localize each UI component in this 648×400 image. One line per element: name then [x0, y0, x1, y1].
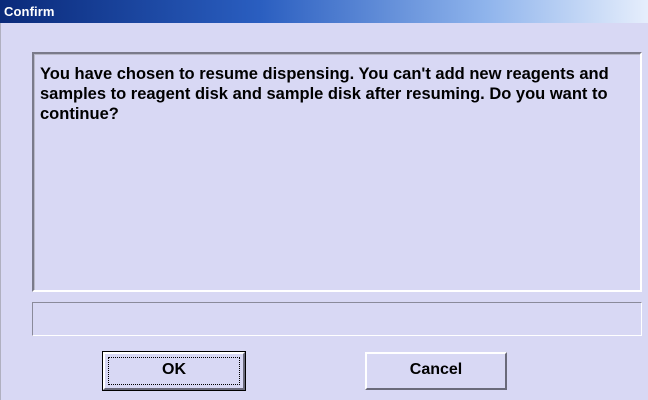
- message-panel: You have chosen to resume dispensing. Yo…: [32, 52, 642, 292]
- confirmation-message: You have chosen to resume dispensing. Yo…: [40, 65, 609, 123]
- title-bar[interactable]: Confirm: [0, 0, 648, 23]
- dialog-left-border: [0, 23, 1, 400]
- ok-focus-ring: [108, 357, 240, 385]
- status-field: [32, 302, 642, 336]
- dialog-title: Confirm: [4, 4, 55, 19]
- cancel-button-label: Cancel: [409, 361, 463, 378]
- confirm-dialog: Confirm You have chosen to resume dispen…: [0, 0, 648, 400]
- ok-button[interactable]: OK: [102, 351, 246, 391]
- cancel-button[interactable]: Cancel: [365, 352, 507, 390]
